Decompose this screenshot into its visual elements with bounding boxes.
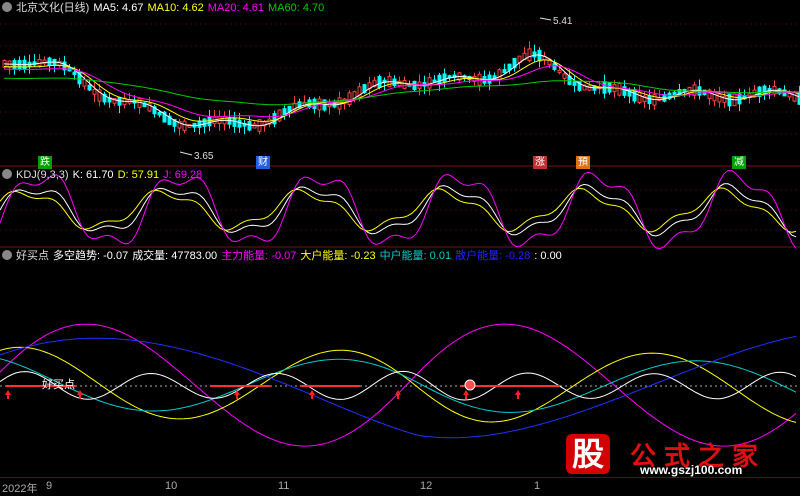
candle-body	[637, 91, 642, 103]
candle-body	[717, 93, 722, 103]
candle-body	[557, 69, 562, 73]
time-axis: 2022年 9 10 11 12 1	[0, 477, 800, 495]
ma60-value: MA60: 4.70	[268, 2, 325, 14]
candle-body	[82, 79, 87, 87]
axis-month-12: 12	[420, 480, 433, 492]
candle-body	[687, 86, 692, 94]
marker-rise[interactable]: 涨	[533, 156, 547, 169]
stock-chart-canvas[interactable]: 5.41 3.65 好买点	[0, 0, 800, 494]
axis-month-9: 9	[46, 480, 53, 492]
indicator-title: 好买点	[16, 250, 49, 262]
candle-body	[427, 77, 432, 89]
candle-body	[237, 119, 242, 128]
main-force-value: 主力能量: -0.07	[221, 250, 297, 262]
candle-body	[442, 73, 447, 83]
candle-body	[207, 116, 212, 127]
volume-value: 成交量: 47783.00	[132, 250, 218, 262]
buy-arrow-icon	[515, 390, 521, 399]
candle-body	[552, 63, 557, 70]
candle-body	[72, 71, 77, 76]
kdj-k-value: K: 61.70	[72, 169, 114, 181]
kdj-d-value: D: 57.91	[117, 169, 160, 181]
watermark-url: www.gszj100.com	[640, 463, 743, 477]
candle-body	[562, 73, 567, 79]
candle-body	[157, 111, 162, 116]
ma10-value: MA10: 4.62	[147, 2, 204, 14]
candle-body	[477, 73, 482, 86]
candle-body	[182, 120, 187, 131]
watermark-logo-glyph: 股	[566, 434, 610, 474]
kdj-title: KDJ(9,3,3)	[16, 169, 69, 181]
kdj-j-value: J: 69.28	[163, 169, 203, 181]
candle-body	[792, 92, 797, 102]
indicator-line	[0, 323, 797, 447]
candlesticks	[2, 41, 800, 136]
trend-value: 多空趋势: -0.07	[53, 250, 129, 262]
candle-body	[347, 92, 352, 105]
axis-month-11: 11	[278, 480, 290, 492]
candle-body	[42, 59, 47, 65]
candle-body	[647, 95, 652, 105]
gear-icon[interactable]	[2, 169, 12, 179]
indicator-panel-header: 好买点 多空趋势: -0.07 成交量: 47783.00 主力能量: -0.07 大户…	[0, 248, 566, 264]
candle-body	[247, 120, 252, 131]
low-price-label: 3.65	[194, 151, 214, 162]
candle-body	[202, 118, 207, 127]
marker-forecast[interactable]: 預	[576, 156, 590, 169]
indicator-line	[0, 335, 797, 439]
indicator-lines	[0, 323, 797, 447]
candle-body	[532, 51, 537, 58]
candle-body	[402, 79, 407, 89]
candle-body	[272, 113, 277, 125]
candle-body	[437, 74, 442, 85]
site-watermark: 股 公式之家 www.gszj100.com	[560, 434, 798, 478]
buy-point-label: 好买点	[42, 377, 75, 391]
buy-point-dot	[464, 379, 476, 391]
low-price-pointer	[179, 151, 193, 156]
candle-body	[197, 120, 202, 128]
ma20-value: MA20: 4.61	[207, 2, 264, 14]
price-panel-header: 北京文化(日线) MA5: 4.67 MA10: 4.62 MA20: 4.61 MA6…	[0, 0, 328, 16]
indicator-line	[0, 346, 797, 423]
marker-drop[interactable]: 跌	[38, 156, 52, 169]
buy-arrow-icon	[234, 390, 240, 399]
buy-arrow-icon	[5, 390, 11, 399]
buy-arrow-icon	[309, 390, 315, 399]
gear-icon[interactable]	[2, 2, 12, 12]
marker-reduce[interactable]: 减	[732, 156, 746, 169]
big-holder-value: 大户能量: -0.23	[300, 250, 376, 262]
axis-month-10: 10	[165, 480, 178, 492]
candle-body	[497, 69, 502, 81]
candle-body	[87, 84, 92, 91]
mid-holder-value: 中户能量: 0.01	[379, 250, 452, 262]
high-price-pointer	[539, 17, 552, 21]
marker-finance[interactable]: 财	[256, 156, 270, 169]
retail-value: 散户能量: -0.28	[455, 250, 531, 262]
axis-month-1: 1	[534, 480, 541, 492]
candle-body	[232, 117, 237, 127]
candle-body	[617, 82, 622, 96]
high-price-label: 5.41	[553, 16, 573, 27]
candle-body	[527, 48, 532, 62]
ma5-value: MA5: 4.67	[93, 2, 144, 14]
candle-body	[92, 89, 97, 95]
candle-body	[37, 58, 42, 67]
kdj-panel-header: KDJ(9,3,3) K: 61.70 D: 57.91 J: 69.28	[0, 167, 206, 183]
price-panel-title: 北京文化(日线)	[16, 2, 90, 14]
candle-body	[572, 81, 577, 86]
candle-body	[502, 69, 507, 74]
candle-body	[377, 76, 382, 88]
buy-arrow-icon	[463, 390, 469, 399]
gear-icon[interactable]	[2, 250, 12, 260]
candle-body	[712, 91, 717, 102]
extra-value: : 0.00	[534, 250, 562, 262]
